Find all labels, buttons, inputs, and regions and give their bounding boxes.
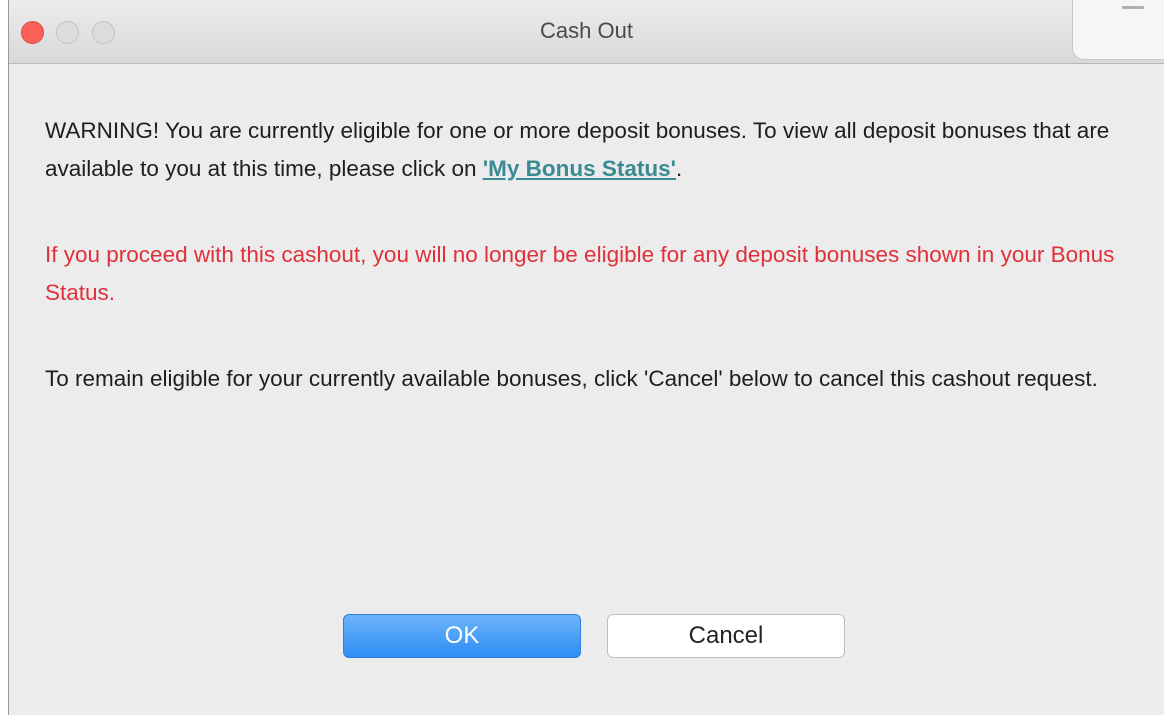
- toolbar-toggle[interactable]: [1072, 0, 1164, 60]
- warning-end: .: [675, 156, 683, 181]
- red-warning-message: If you proceed with this cashout, you wi…: [45, 242, 1115, 305]
- grip-icon: [1122, 6, 1144, 9]
- my-bonus-status-link[interactable]: 'My Bonus Status': [483, 156, 676, 181]
- cancel-instruction: To remain eligible for your currently av…: [45, 366, 1098, 391]
- cash-out-dialog: Cash Out WARNING! You are currently elig…: [8, 0, 1164, 715]
- button-row: OK Cancel: [9, 614, 1164, 660]
- message-area: WARNING! You are currently eligible for …: [45, 112, 1125, 398]
- window-title: Cash Out: [540, 18, 633, 43]
- ok-button[interactable]: OK: [343, 614, 581, 658]
- title-bar[interactable]: Cash Out: [9, 0, 1164, 64]
- warning-message: WARNING! You are currently eligible for …: [45, 112, 1125, 188]
- cancel-button[interactable]: Cancel: [607, 614, 845, 658]
